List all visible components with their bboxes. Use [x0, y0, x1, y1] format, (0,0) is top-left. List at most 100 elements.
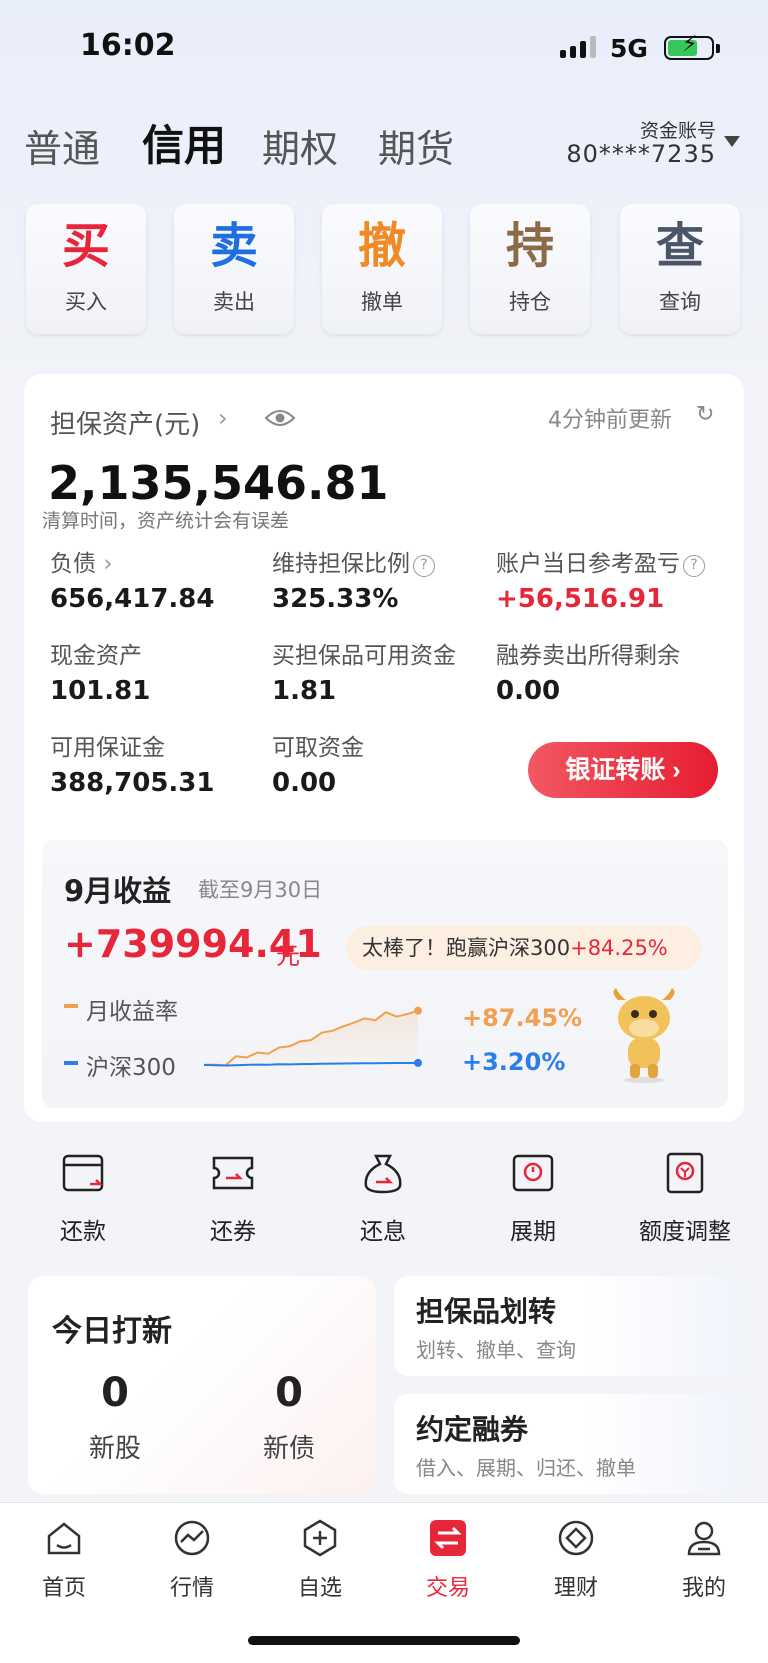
- help-icon[interactable]: ?: [683, 555, 705, 577]
- daily-pnl-value: +56,516.91: [496, 584, 665, 614]
- trade-icon: [430, 1520, 466, 1556]
- positions-button[interactable]: 持 持仓: [470, 204, 590, 334]
- assets-title[interactable]: 担保资产(元): [50, 404, 200, 441]
- maintenance-ratio-value: 325.33%: [272, 584, 399, 614]
- collateral-transfer-card[interactable]: 担保品划转 划转、撤单、查询: [394, 1276, 740, 1376]
- daily-pnl-label: 账户当日参考盈亏?: [496, 544, 705, 578]
- return-securities-icon: [212, 1156, 254, 1190]
- tab-profile[interactable]: 我的: [654, 1518, 754, 1602]
- available-margin-label: 可用保证金: [50, 735, 165, 761]
- battery-tip: [716, 44, 720, 53]
- tab-options[interactable]: 期权: [262, 118, 338, 173]
- income-chart: [203, 1006, 422, 1072]
- return-securities-button[interactable]: 还券: [178, 1150, 288, 1246]
- hs300-return-value: +3.20%: [462, 1048, 566, 1076]
- account-number[interactable]: 80****7235: [566, 140, 716, 168]
- agreed-lending-title: 约定融券: [416, 1413, 529, 1446]
- new-stock-label[interactable]: 新股: [70, 1428, 160, 1465]
- positions-glyph: 持: [505, 218, 554, 274]
- cancel-order-button[interactable]: 撤 撤单: [322, 204, 442, 334]
- eye-icon[interactable]: [264, 408, 296, 428]
- short-sale-proceeds-label: 融券卖出所得剩余: [496, 643, 680, 669]
- income-as-of: 截至9月30日: [198, 878, 323, 902]
- repay-icon: [62, 1154, 104, 1192]
- settlement-note: 清算时间，资产统计会有误差: [42, 510, 290, 532]
- extension-button[interactable]: 展期: [478, 1150, 588, 1246]
- outperform-bubble: 太棒了！跑赢沪深300+84.25%: [346, 926, 702, 970]
- new-bond-label[interactable]: 新债: [244, 1428, 334, 1465]
- maintenance-ratio-label-text: 维持担保比例: [272, 551, 410, 577]
- status-time: 16:02: [80, 28, 176, 63]
- query-label: 查询: [659, 290, 701, 314]
- collateral-buy-funds-label: 买担保品可用资金: [272, 643, 456, 669]
- bubble-text: 太棒了！跑赢沪深300: [362, 936, 571, 960]
- tab-trade-label: 交易: [425, 1576, 470, 1601]
- liability-label[interactable]: 负债 ›: [50, 544, 113, 578]
- tab-watchlist[interactable]: 自选: [270, 1518, 370, 1602]
- legend-monthly: 月收益率: [86, 999, 178, 1025]
- repay-label: 还款: [60, 1219, 106, 1245]
- income-title: 9月收益: [64, 874, 172, 908]
- update-time: 4分钟前更新: [548, 408, 672, 433]
- tab-watchlist-label: 自选: [297, 1576, 342, 1601]
- cancel-label: 撤单: [361, 290, 403, 314]
- chevron-down-icon[interactable]: [724, 136, 740, 147]
- market-icon: [174, 1520, 210, 1556]
- cash-assets-label: 现金资产: [50, 643, 142, 669]
- tab-futures[interactable]: 期货: [378, 118, 454, 173]
- repay-button[interactable]: 还款: [28, 1150, 138, 1246]
- home-indicator: [248, 1636, 520, 1645]
- bubble-value: +84.25%: [570, 936, 668, 960]
- extension-label: 展期: [510, 1219, 556, 1245]
- pay-interest-button[interactable]: 还息: [328, 1150, 438, 1246]
- tab-wealth-label: 理财: [553, 1576, 598, 1601]
- bank-transfer-button[interactable]: 银证转账 ›: [528, 742, 718, 798]
- refresh-icon[interactable]: ↻: [696, 402, 714, 427]
- liability-label-text: 负债: [50, 551, 96, 577]
- maintenance-ratio-label: 维持担保比例?: [272, 544, 435, 578]
- chevron-right-icon: ›: [103, 551, 113, 577]
- tab-market[interactable]: 行情: [142, 1518, 242, 1602]
- agreed-securities-lending-card[interactable]: 约定融券 借入、展期、归还、撤单: [394, 1394, 740, 1494]
- query-button[interactable]: 查 查询: [620, 204, 740, 334]
- sell-glyph: 卖: [209, 218, 258, 274]
- tab-home-label: 首页: [41, 1576, 86, 1601]
- legend-swatch-monthly: [64, 1004, 78, 1008]
- daily-pnl-label-text: 账户当日参考盈亏: [496, 551, 680, 577]
- network-type: 5G: [610, 34, 648, 63]
- buy-button[interactable]: 买 买入: [26, 204, 146, 334]
- signal-icon: [560, 36, 596, 58]
- tab-home[interactable]: 首页: [14, 1518, 114, 1602]
- liability-value: 656,417.84: [50, 584, 215, 614]
- sell-button[interactable]: 卖 卖出: [174, 204, 294, 334]
- quota-adjust-icon: [666, 1152, 704, 1194]
- endpoint-hs300: [414, 1058, 422, 1067]
- agreed-lending-subtitle: 借入、展期、归还、撤单: [416, 1456, 636, 1480]
- legend-swatch-hs300: [64, 1061, 78, 1065]
- tab-trade[interactable]: 交易: [398, 1518, 498, 1602]
- collateral-buy-funds-value: 1.81: [272, 676, 337, 706]
- ipo-title: 今日打新: [52, 1314, 172, 1349]
- buy-glyph: 买: [61, 218, 110, 274]
- tab-wealth[interactable]: 理财: [526, 1518, 626, 1602]
- monthly-return-value: +87.45%: [462, 1004, 583, 1032]
- profile-icon: [687, 1521, 721, 1556]
- quota-adjust-label: 额度调整: [639, 1219, 731, 1245]
- tab-regular[interactable]: 普通: [24, 118, 100, 173]
- chevron-right-icon[interactable]: ›: [218, 404, 228, 432]
- account-label: 资金账号: [639, 120, 716, 142]
- pay-interest-label: 还息: [360, 1219, 406, 1245]
- new-bond-count: 0: [275, 1370, 303, 1416]
- quota-adjust-button[interactable]: 额度调整: [630, 1150, 740, 1246]
- cash-assets-value: 101.81: [50, 676, 151, 706]
- withdrawable-value: 0.00: [272, 768, 337, 798]
- income-unit: 元: [276, 942, 300, 970]
- tab-credit[interactable]: 信用: [142, 112, 226, 173]
- tab-profile-label: 我的: [681, 1576, 726, 1601]
- legend-hs300: 沪深300: [86, 1055, 176, 1081]
- help-icon[interactable]: ?: [413, 555, 435, 577]
- return-securities-label: 还券: [210, 1219, 256, 1245]
- new-stock-count: 0: [101, 1370, 129, 1416]
- battery-icon: ⚡: [664, 32, 714, 60]
- sell-label: 卖出: [213, 290, 255, 314]
